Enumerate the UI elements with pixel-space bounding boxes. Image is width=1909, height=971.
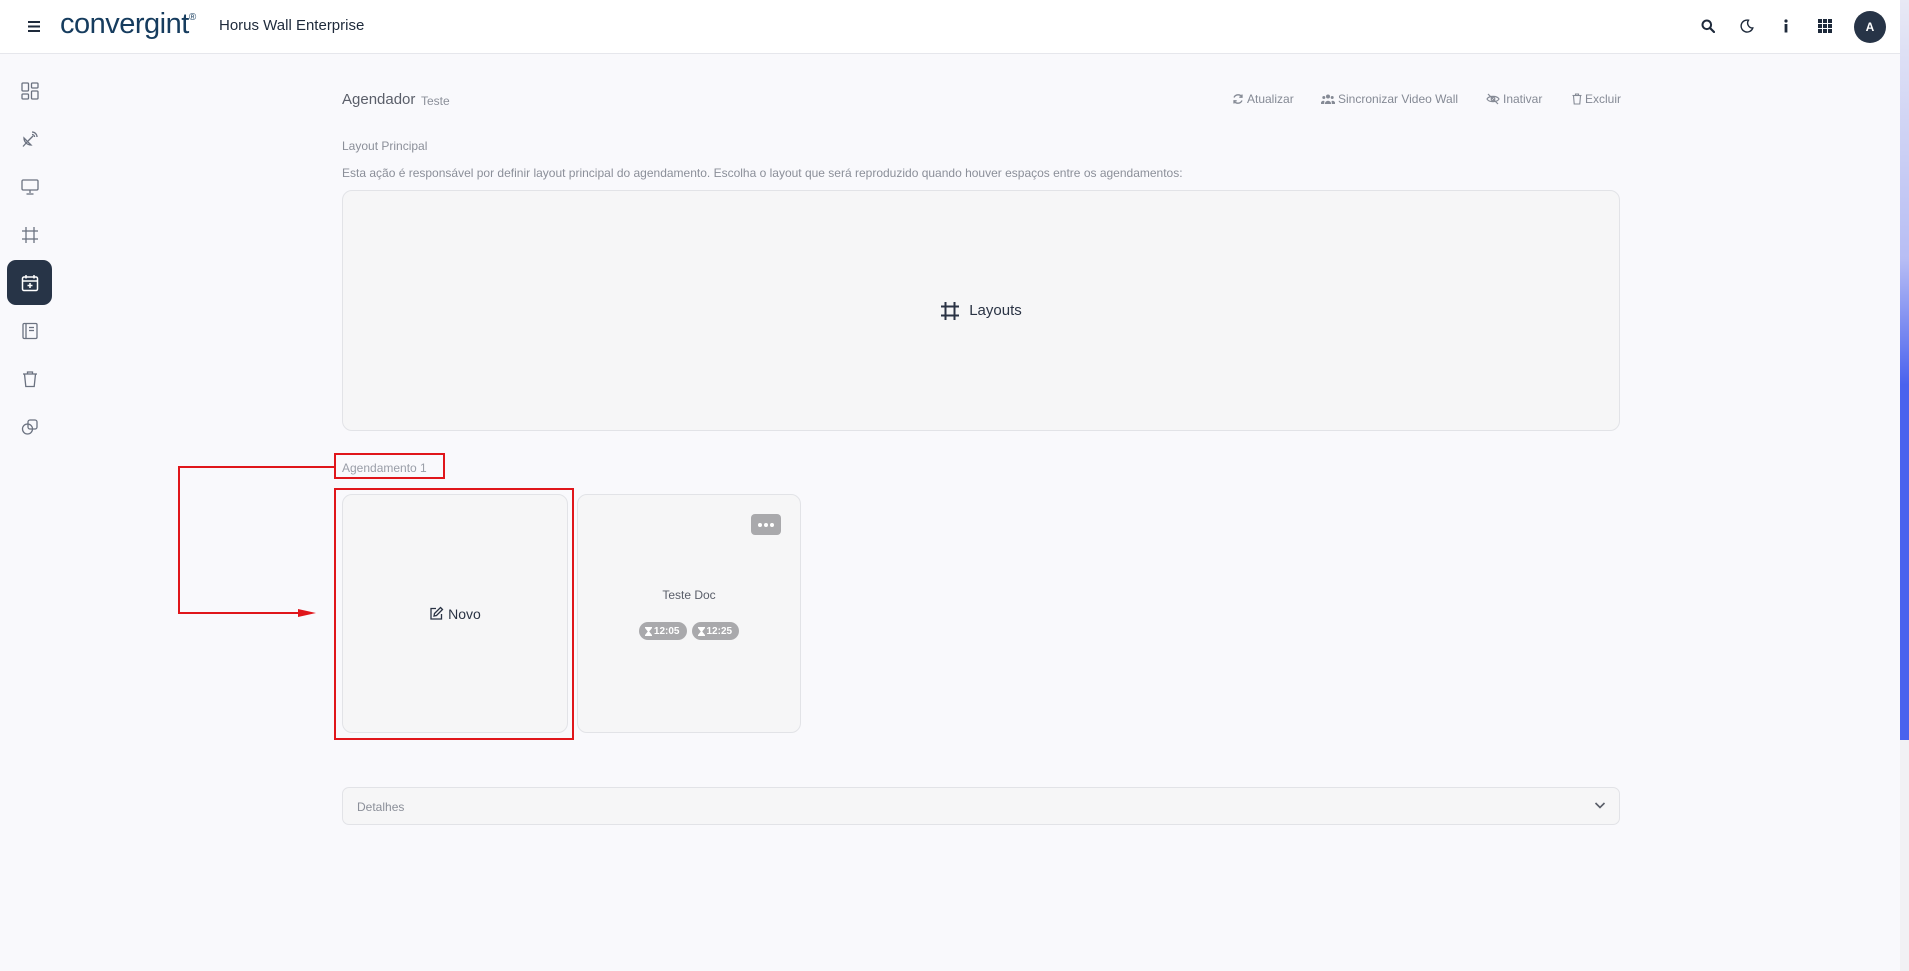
eye-slash-icon [1486,93,1500,105]
journal-icon [21,322,38,339]
apps-grid-icon[interactable] [1813,14,1837,38]
scrollbar-thumb[interactable] [1900,0,1909,740]
info-icon[interactable] [1774,14,1798,38]
annotation-arrow-top [178,466,335,468]
end-time-badge: 12:25 [691,622,740,640]
refresh-button[interactable]: Atualizar [1232,92,1294,106]
more-options-button[interactable] [751,514,781,535]
more-dots-icon [758,522,762,527]
frame-icon [21,226,38,243]
layouts-selector[interactable]: Layouts [342,190,1620,431]
sidebar-item-displays[interactable] [7,164,52,209]
sync-video-wall-button[interactable]: Sincronizar Video Wall [1321,92,1458,106]
deactivate-button[interactable]: Inativar [1486,92,1542,106]
chevron-down-icon [1594,802,1606,809]
user-avatar[interactable]: A [1854,11,1886,43]
annotation-arrow-vertical [178,466,180,614]
monitor-icon [20,178,39,195]
schedule-time-badges: 12:05 12:25 [578,622,800,640]
schedule-card-title: Teste Doc [662,588,716,602]
page-subtitle: Teste [421,94,450,108]
top-bar: convergint® Horus Wall Enterprise A [0,0,1909,54]
menu-icon[interactable] [22,14,46,38]
users-icon [1321,94,1335,104]
calendar-plus-icon [21,274,38,291]
new-schedule-card[interactable]: Novo [342,494,568,733]
trash-icon [1572,93,1582,105]
sidebar-item-integrations[interactable] [7,404,52,449]
start-time-badge: 12:05 [638,622,687,640]
moon-icon[interactable] [1735,14,1759,38]
refresh-icon [1233,94,1243,104]
schedule-section-label: Agendamento 1 [342,461,427,475]
delete-button[interactable]: Excluir [1572,92,1621,106]
dashboard-icon [20,81,39,100]
sidebar-item-scheduler[interactable] [7,260,52,305]
sidebar [0,54,60,971]
satellite-dish-icon [22,130,38,147]
trash-icon [22,370,37,387]
sidebar-item-sources[interactable] [7,116,52,161]
hourglass-icon [697,626,705,636]
layouts-label: Layouts [969,302,1022,319]
details-accordion[interactable]: Detalhes [342,787,1620,825]
frame-icon [941,301,960,320]
convergint-logo[interactable]: convergint® [60,8,196,41]
details-label: Detalhes [357,800,405,814]
edit-icon [430,606,444,620]
search-icon[interactable] [1696,14,1720,38]
app-title: Horus Wall Enterprise [219,17,365,34]
annotation-arrowhead-icon [298,609,316,617]
annotation-arrow-bottom [178,612,302,614]
sidebar-item-trash[interactable] [7,356,52,401]
schedule-card[interactable]: Teste Doc 12:05 12:25 [577,494,801,733]
sidebar-item-logs[interactable] [7,308,52,353]
copy-icon [21,418,38,435]
sidebar-item-dashboard[interactable] [7,68,52,113]
layout-section-label: Layout Principal [342,139,428,153]
sidebar-item-layouts[interactable] [7,212,52,257]
hourglass-icon [644,626,652,636]
page-title: Agendador [342,91,416,108]
new-schedule-label: Novo [448,605,481,622]
layout-section-description: Esta ação é responsável por definir layo… [342,166,1183,180]
